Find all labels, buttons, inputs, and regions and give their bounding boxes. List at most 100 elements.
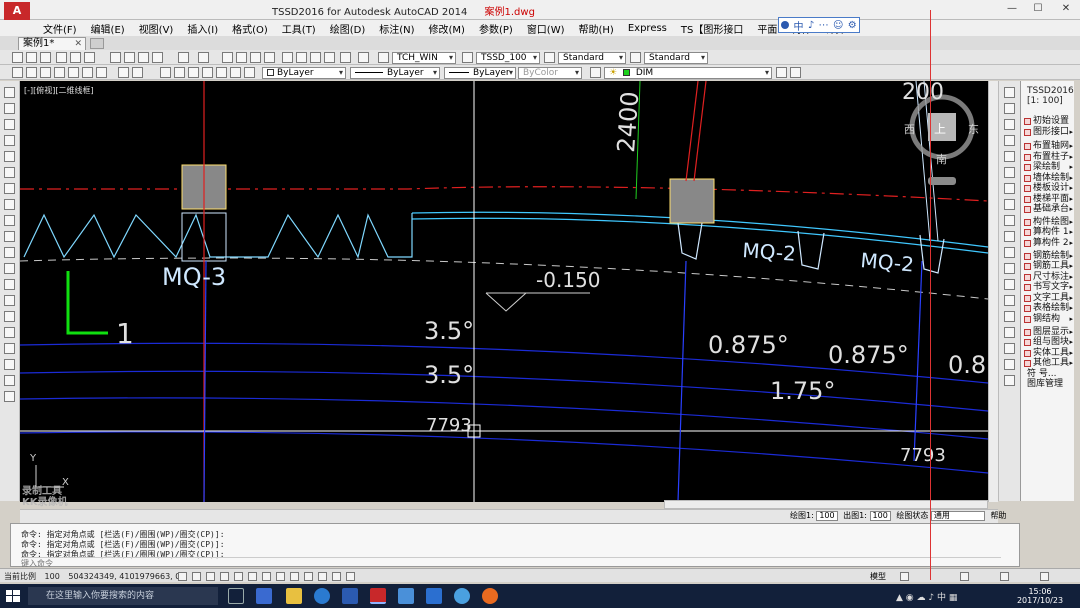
layer-walk-icon[interactable]: [244, 67, 255, 78]
input-language[interactable]: 中: [937, 593, 946, 603]
mtext-icon[interactable]: [4, 375, 15, 386]
close-icon[interactable]: ✕: [1058, 2, 1074, 16]
zoom-window-icon[interactable]: [250, 52, 261, 63]
menu-parameters[interactable]: 参数(P): [472, 21, 520, 36]
match-properties-icon[interactable]: [152, 52, 163, 63]
taskbar-search-input[interactable]: 在这里输入你要搜索的内容: [28, 587, 218, 605]
tssd-item-columns[interactable]: 布置柱子 ▸: [1023, 152, 1073, 162]
tssd-item-other-tools[interactable]: 其他工具 ▸: [1023, 358, 1073, 368]
polar-icon[interactable]: [220, 572, 229, 581]
table-icon[interactable]: [4, 359, 15, 370]
menu-insert[interactable]: 插入(I): [180, 21, 225, 36]
ime-skin-icon[interactable]: ☺: [833, 20, 843, 31]
tssd-item-slabs[interactable]: 楼板设计 ▸: [1023, 183, 1073, 193]
layer-match-icon[interactable]: [230, 67, 241, 78]
polyline-icon[interactable]: [4, 119, 15, 130]
polygon-icon[interactable]: [4, 135, 15, 146]
tssd-item-entity-tools[interactable]: 实体工具 ▸: [1023, 348, 1073, 358]
sheet-set-icon[interactable]: [324, 52, 335, 63]
add-selected-icon[interactable]: [4, 391, 15, 402]
help-link[interactable]: 帮助: [990, 511, 1006, 520]
design-center-icon[interactable]: [296, 52, 307, 63]
tssd-item-graphic-interface[interactable]: 图形接口 ▸: [1023, 127, 1073, 137]
autocad-taskbar-icon[interactable]: [370, 588, 386, 604]
tssd-tool-7-icon[interactable]: [96, 67, 107, 78]
tssd-item-axis-grid[interactable]: 布置轴网 ▸: [1023, 141, 1073, 151]
undo-icon[interactable]: [178, 52, 189, 63]
ellipse-arc-icon[interactable]: [4, 247, 15, 258]
menu-help[interactable]: 帮助(H): [572, 21, 621, 36]
publish-icon[interactable]: [84, 52, 95, 63]
menu-tools[interactable]: 工具(T): [275, 21, 323, 36]
menu-draw[interactable]: 绘图(D): [323, 21, 373, 36]
text-style-icon[interactable]: [378, 52, 389, 63]
tssd-strip-17-icon[interactable]: [1004, 343, 1015, 354]
menu-modify[interactable]: 修改(M): [422, 21, 472, 36]
tssd-item-calc-1[interactable]: 算构件 1 ▸: [1023, 227, 1073, 237]
menu-express[interactable]: Express: [621, 23, 674, 34]
vertical-scrollbar[interactable]: [988, 81, 998, 502]
menu-window[interactable]: 窗口(W): [520, 21, 572, 36]
grid-icon[interactable]: [192, 572, 201, 581]
arc-icon[interactable]: [4, 167, 15, 178]
tssd-strip-12-icon[interactable]: [1004, 263, 1015, 274]
layer-manager-icon[interactable]: [590, 67, 601, 78]
browser-icon[interactable]: [314, 588, 330, 604]
tssd-strip-10-icon[interactable]: [1004, 231, 1015, 242]
tssd-tool-1-icon[interactable]: [12, 67, 23, 78]
insert-block-icon[interactable]: [4, 263, 15, 274]
selection-cycling-icon[interactable]: [346, 572, 355, 581]
zoom-previous-icon[interactable]: [264, 52, 275, 63]
make-block-icon[interactable]: [4, 279, 15, 290]
paste-icon[interactable]: [138, 52, 149, 63]
linetype-select[interactable]: ByLayer: [350, 67, 440, 79]
app-icon[interactable]: [454, 588, 470, 604]
word-icon[interactable]: [342, 588, 358, 604]
cut-icon[interactable]: [110, 52, 121, 63]
revcloud-icon[interactable]: [4, 199, 15, 210]
region-icon[interactable]: [4, 343, 15, 354]
lineweight-select[interactable]: ByLayer: [444, 67, 516, 79]
transparency-icon[interactable]: [318, 572, 327, 581]
otrack-icon[interactable]: [262, 572, 271, 581]
tssd-item-symbols[interactable]: 符 号...: [1023, 369, 1073, 379]
app-icon[interactable]: [398, 588, 414, 604]
layer-select[interactable]: ☀ DIM: [604, 67, 772, 79]
tssd-strip-6-icon[interactable]: [1004, 167, 1015, 178]
layer-previous-icon[interactable]: [160, 67, 171, 78]
minimize-icon[interactable]: —: [1004, 2, 1020, 16]
tssd-item-beams[interactable]: 梁绘制 ▸: [1023, 162, 1073, 172]
gradient-icon[interactable]: [4, 327, 15, 338]
hatch-icon[interactable]: [4, 311, 15, 322]
tssd-tool-2-icon[interactable]: [26, 67, 37, 78]
tssd-item-stairs[interactable]: 楼梯平面 ▸: [1023, 194, 1073, 204]
menu-ts-interface[interactable]: TS【图形接口: [674, 21, 750, 36]
file-explorer-icon[interactable]: [286, 588, 302, 604]
document-tab[interactable]: 案例1* ✕: [18, 37, 86, 50]
tssd-item-library[interactable]: 图库管理: [1023, 379, 1073, 389]
maximize-icon[interactable]: ☐: [1030, 2, 1046, 16]
current-scale-value[interactable]: 100: [45, 572, 60, 581]
tssd-item-initial-settings[interactable]: 初始设置: [1023, 116, 1073, 126]
tssd-tool-3-icon[interactable]: [40, 67, 51, 78]
zoom-realtime-icon[interactable]: [236, 52, 247, 63]
tssd-tool-5-icon[interactable]: [68, 67, 79, 78]
ime-toolbar[interactable]: 中 ♪ ⋯ ☺ ⚙: [778, 17, 860, 33]
taskbar-clock[interactable]: 15:06 2017/10/23: [1010, 587, 1070, 605]
xline-icon[interactable]: [4, 103, 15, 114]
plot-scale-select[interactable]: 100: [869, 510, 891, 521]
annotation-scale-icon[interactable]: [960, 572, 969, 581]
tssd-item-steel[interactable]: 钢结构 ▸: [1023, 314, 1073, 324]
save-icon[interactable]: [40, 52, 51, 63]
close-tab-icon[interactable]: ✕: [74, 38, 82, 50]
horizontal-scrollbar[interactable]: [664, 500, 988, 509]
tssd-item-walls[interactable]: 墙体绘制 ▸: [1023, 173, 1073, 183]
tssd-strip-2-icon[interactable]: [1004, 103, 1015, 114]
circle-icon[interactable]: [4, 183, 15, 194]
ime-mode[interactable]: 中: [794, 18, 804, 33]
make-current-icon[interactable]: [776, 67, 787, 78]
tssd-item-text-tools[interactable]: 文字工具 ▸: [1023, 293, 1073, 303]
tssd-strip-19-icon[interactable]: [1004, 375, 1015, 386]
tssd-strip-5-icon[interactable]: [1004, 151, 1015, 162]
ime-punct-icon[interactable]: ⋯: [819, 20, 829, 31]
